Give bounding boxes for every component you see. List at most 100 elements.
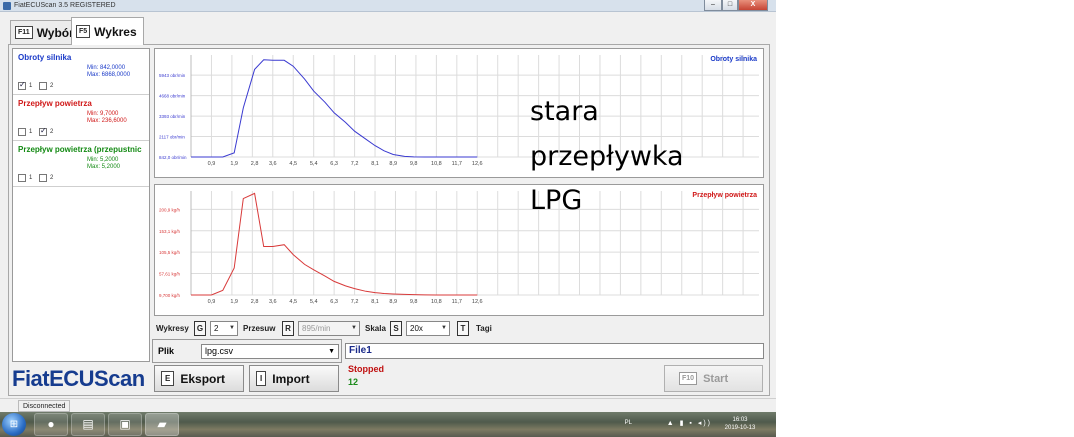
checkbox-box[interactable] <box>39 82 47 90</box>
fiatecuscan-taskbar-icon[interactable]: ▰ <box>145 413 179 436</box>
minimize-button[interactable]: – <box>704 0 722 11</box>
x-tick-label: 8,1 <box>371 161 379 167</box>
chart1-checkbox[interactable]: 1 <box>18 128 32 136</box>
chevron-down-icon: ▼ <box>351 325 357 331</box>
tagi-key-button[interactable]: T <box>457 321 469 336</box>
checkbox-box[interactable] <box>39 126 47 136</box>
chart-przeplyw[interactable]: 9,700 kg/h 57,61 kg/h 105,5 kg/h 153,1 kg/h… <box>154 184 764 316</box>
signal-min: Min: 5,2000 <box>87 157 119 163</box>
checkbox-box[interactable] <box>18 174 26 182</box>
skala-select[interactable]: 20x ▼ <box>406 321 450 336</box>
close-button[interactable]: X <box>738 0 768 11</box>
chevron-down-icon: ▼ <box>229 325 235 331</box>
language-indicator[interactable]: PL <box>625 420 632 426</box>
wykresy-key-button[interactable]: G <box>194 321 206 336</box>
signal-min: Min: 842,0000 <box>87 65 126 71</box>
window-title: FiatECUScan 3.5 REGISTERED <box>14 2 116 9</box>
checkbox-label: 2 <box>50 129 54 135</box>
przesuw-key-button[interactable]: R <box>282 321 294 336</box>
x-tick-label: 9,8 <box>410 161 418 167</box>
app-logo: FiatECUScan <box>12 366 145 391</box>
x-tick-label: 3,6 <box>269 299 277 305</box>
signal-name: Przepływ powietrza <box>18 99 92 108</box>
connection-status: Disconnected <box>18 400 71 412</box>
x-tick-label: 4,5 <box>289 161 297 167</box>
chart-przeplyw-plot: 9,700 kg/h 57,61 kg/h 105,5 kg/h 153,1 kg/h… <box>159 191 759 305</box>
checkbox-box[interactable] <box>39 174 47 182</box>
y-tick-label: 842,0 obr/min <box>159 155 187 160</box>
skala-label: Skala <box>365 324 386 333</box>
x-tick-label: 0,9 <box>208 161 216 167</box>
y-tick-label: 5943 obr/min <box>159 73 186 78</box>
eksport-button[interactable]: E Eksport <box>154 365 244 392</box>
x-tick-label: 7,2 <box>351 161 359 167</box>
app-icon <box>3 2 11 10</box>
y-tick-label: 2117 obr/min <box>159 135 185 140</box>
note-line: LPG <box>530 185 583 216</box>
grid <box>191 191 759 296</box>
note-line: stara <box>530 96 599 127</box>
x-tick-label: 7,2 <box>351 299 359 305</box>
checkbox-box[interactable] <box>18 80 26 90</box>
button-key: E <box>161 371 175 386</box>
status-bar: Disconnected <box>0 398 776 412</box>
y-tick-label: 153,1 kg/h <box>159 229 181 234</box>
signal-min: Min: 9,7000 <box>87 111 119 117</box>
x-tick-label: 8,9 <box>389 161 397 167</box>
wykresy-select[interactable]: 2 ▼ <box>210 321 238 336</box>
checkbox-label: 1 <box>29 83 33 89</box>
signal-name: Przepływ powietrza (przepustnic <box>18 145 142 154</box>
chart-title: Przepływ powietrza <box>692 192 757 199</box>
checkbox-box[interactable] <box>18 128 26 136</box>
window-controls: – □ X <box>704 0 768 11</box>
tray-icons[interactable]: ▲ ▮ ▪ ◂)) <box>667 419 712 427</box>
file-select[interactable]: lpg.csv ▼ <box>201 344 339 359</box>
signal-item[interactable]: Przepływ powietrza Min: 9,7000 Max: 236,… <box>13 95 149 141</box>
x-tick-label: 2,8 <box>251 161 259 167</box>
button-label: Start <box>703 372 729 385</box>
skala-value: 20x <box>410 324 423 333</box>
x-tick-label: 1,9 <box>230 161 238 167</box>
y-tick-label: 4668 obr/min <box>159 94 186 99</box>
start-button[interactable]: F10 Start <box>664 365 763 392</box>
button-label: Import <box>272 371 310 386</box>
chart2-checkbox[interactable]: 2 <box>39 82 53 90</box>
chart2-checkbox[interactable]: 2 <box>39 126 54 136</box>
remote-desktop-icon[interactable]: ▣ <box>108 413 142 436</box>
signal-item[interactable]: Obroty silnika Min: 842,0000 Max: 6868,0… <box>13 49 149 95</box>
signal-list: Obroty silnika Min: 842,0000 Max: 6868,0… <box>12 48 150 362</box>
chart1-checkbox[interactable]: 1 <box>18 80 33 90</box>
button-key: I <box>256 371 267 386</box>
tagi-label: Tagi <box>476 324 492 333</box>
firefox-icon[interactable]: ● <box>34 413 68 436</box>
title-bar: FiatECUScan 3.5 REGISTERED – □ X <box>0 0 776 12</box>
record-count: 12 <box>348 377 359 387</box>
przesuw-select[interactable]: 895/min ▼ <box>298 321 360 336</box>
y-tick-label: 3393 obr/min <box>159 114 186 119</box>
x-tick-label: 1,9 <box>230 299 238 305</box>
import-button[interactable]: I Import <box>249 365 339 392</box>
tab-wykres[interactable]: F5 Wykres <box>71 17 144 45</box>
x-tick-label: 9,8 <box>410 299 418 305</box>
note-line: przepływka <box>530 141 684 172</box>
explorer-icon[interactable]: ▤ <box>71 413 105 436</box>
skala-key-button[interactable]: S <box>390 321 402 336</box>
file-name-field[interactable]: File1 <box>345 343 764 359</box>
x-tick-label: 11,7 <box>452 161 462 167</box>
chart-title: Obroty silnika <box>710 56 757 63</box>
fiatecuscan-window: FiatECUScan 3.5 REGISTERED – □ X F11 Wyb… <box>0 0 776 437</box>
x-tick-label: 8,1 <box>371 299 379 305</box>
maximize-button[interactable]: □ <box>722 0 738 11</box>
clock[interactable]: 16:03 2019-10-13 <box>718 416 762 432</box>
windows-start-icon[interactable]: ⊞ <box>2 413 26 436</box>
x-tick-label: 6,3 <box>330 161 338 167</box>
plik-label: Plik <box>158 346 175 356</box>
signal-item[interactable]: Przepływ powietrza (przepustnic Min: 5,2… <box>13 141 149 187</box>
button-label: Eksport <box>180 371 226 386</box>
chart1-checkbox[interactable]: 1 <box>18 174 32 182</box>
status-text: Stopped <box>348 364 384 374</box>
y-tick-label: 9,700 kg/h <box>159 293 181 298</box>
tab-label: Wybór <box>36 25 74 40</box>
tab-key: F11 <box>15 26 33 39</box>
chart2-checkbox[interactable]: 2 <box>39 174 53 182</box>
